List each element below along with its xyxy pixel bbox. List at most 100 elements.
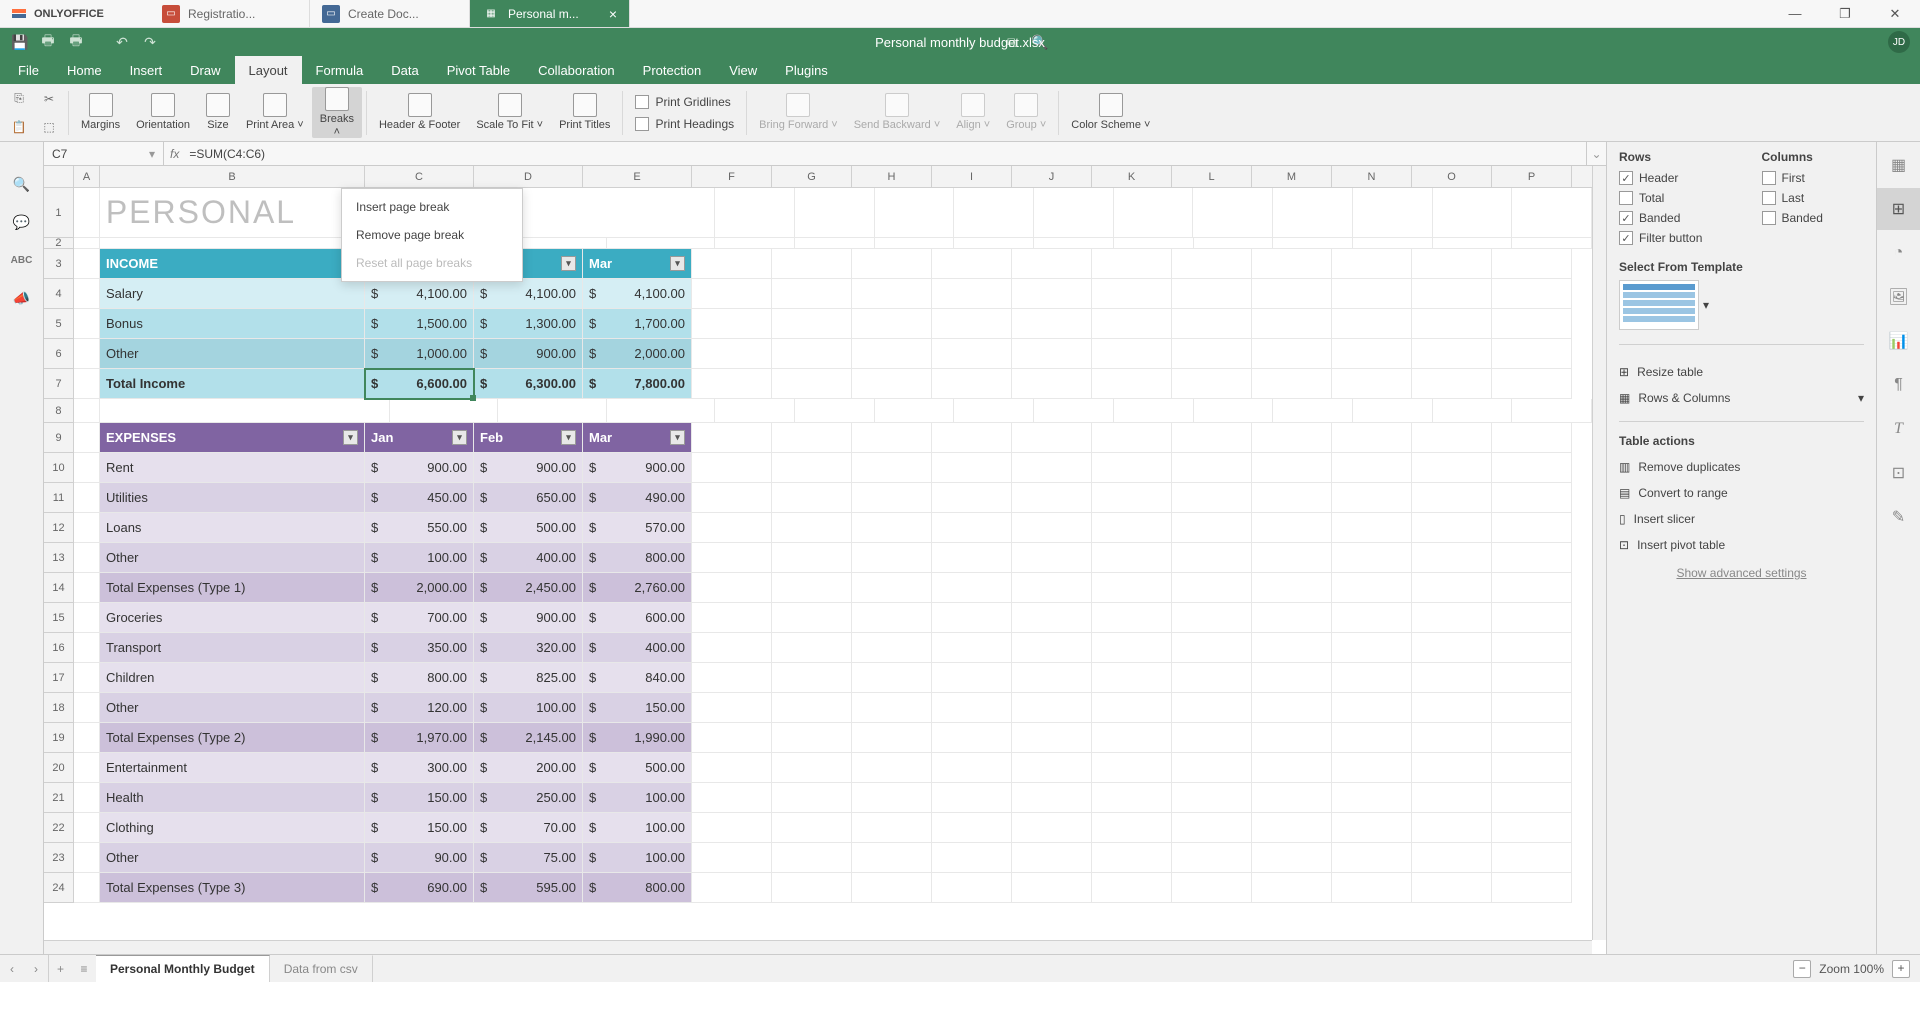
chart-settings-icon[interactable]: 📊	[1877, 320, 1920, 362]
pivot-settings-icon[interactable]: ⊡	[1877, 452, 1920, 494]
shape-settings-icon[interactable]: ◔	[1877, 232, 1920, 274]
remove-duplicates-button[interactable]: ▥Remove duplicates	[1619, 454, 1864, 480]
horizontal-scrollbar[interactable]	[44, 940, 1592, 954]
banded-cols-checkbox[interactable]: Banded	[1762, 208, 1865, 228]
align-button[interactable]: Align ˅	[948, 93, 998, 131]
expand-formula-icon[interactable]: ⌄	[1586, 142, 1606, 165]
menu-layout[interactable]: Layout	[235, 56, 302, 84]
col-header[interactable]: B	[100, 166, 365, 187]
col-header[interactable]: C	[365, 166, 474, 187]
spreadsheet-grid[interactable]: A B C D E F G H I J K L M N O P 1PERSONA…	[44, 166, 1606, 954]
convert-to-range-button[interactable]: ▤Convert to range	[1619, 480, 1864, 506]
col-header[interactable]: N	[1332, 166, 1412, 187]
quick-print-icon[interactable]: 🖶	[62, 30, 90, 54]
user-avatar[interactable]: JD	[1888, 31, 1910, 53]
advanced-settings-link[interactable]: Show advanced settings	[1619, 558, 1864, 588]
first-col-checkbox[interactable]: First	[1762, 168, 1865, 188]
table-settings-icon[interactable]: ⊞	[1877, 188, 1920, 230]
resize-table-button[interactable]: ⊞Resize table	[1619, 359, 1864, 385]
orientation-button[interactable]: Orientation	[128, 93, 198, 131]
paste-icon[interactable]: 📋	[8, 116, 30, 138]
menu-pivot[interactable]: Pivot Table	[433, 56, 524, 84]
copy-icon[interactable]: ⎘	[8, 88, 30, 110]
rows-columns-button[interactable]: ▦Rows & Columns▾	[1619, 385, 1864, 411]
feedback-icon[interactable]: 📣	[10, 286, 34, 310]
spellcheck-icon[interactable]: ABC	[10, 248, 34, 272]
chevron-down-icon[interactable]: ▾	[1703, 298, 1709, 312]
print-titles-button[interactable]: Print Titles	[551, 93, 618, 131]
menu-protection[interactable]: Protection	[629, 56, 716, 84]
filter-checkbox[interactable]: ✓Filter button	[1619, 228, 1722, 248]
breaks-button[interactable]: Breaks˄	[312, 87, 362, 137]
template-preview[interactable]	[1619, 280, 1699, 330]
save-icon[interactable]: 💾	[6, 30, 34, 54]
total-checkbox[interactable]: Total	[1619, 188, 1722, 208]
menu-file[interactable]: File	[4, 56, 53, 84]
col-header[interactable]: A	[74, 166, 100, 187]
close-button[interactable]: ✕	[1870, 0, 1920, 27]
color-scheme-button[interactable]: Color Scheme ˅	[1063, 93, 1158, 131]
zoom-in-button[interactable]: +	[1892, 960, 1910, 978]
maximize-button[interactable]: ❐	[1820, 0, 1870, 27]
col-header[interactable]: D	[474, 166, 583, 187]
paragraph-icon[interactable]: ¶	[1877, 364, 1920, 406]
select-all-icon[interactable]: ⬚	[38, 116, 60, 138]
find-icon[interactable]: 🔍	[10, 172, 34, 196]
col-header[interactable]: F	[692, 166, 772, 187]
menu-formula[interactable]: Formula	[302, 56, 378, 84]
doc-tab-create-doc[interactable]: ▭Create Doc...	[310, 0, 470, 27]
doc-tab-registration[interactable]: ▭Registratio...	[150, 0, 310, 27]
image-settings-icon[interactable]: 🖼	[1877, 276, 1920, 318]
sheet-tab-active[interactable]: Personal Monthly Budget	[96, 955, 270, 982]
insert-slicer-button[interactable]: ▯Insert slicer	[1619, 506, 1864, 532]
vertical-scrollbar[interactable]	[1592, 166, 1606, 940]
menu-home[interactable]: Home	[53, 56, 116, 84]
cell-settings-icon[interactable]: ▦	[1877, 144, 1920, 186]
send-backward-button[interactable]: Send Backward ˅	[846, 93, 949, 131]
minimize-button[interactable]: —	[1770, 0, 1820, 27]
insert-pivot-button[interactable]: ⊡Insert pivot table	[1619, 532, 1864, 558]
menu-view[interactable]: View	[715, 56, 771, 84]
close-icon[interactable]: ×	[609, 6, 617, 22]
add-sheet-button[interactable]: +	[48, 955, 72, 982]
col-header[interactable]: G	[772, 166, 852, 187]
sheet-next[interactable]: ›	[24, 955, 48, 982]
name-box[interactable]: C7▾	[44, 142, 164, 165]
header-checkbox[interactable]: ✓Header	[1619, 168, 1722, 188]
comments-icon[interactable]: 💬	[10, 210, 34, 234]
menu-plugins[interactable]: Plugins	[771, 56, 842, 84]
textart-icon[interactable]: T	[1877, 408, 1920, 450]
size-button[interactable]: Size	[198, 93, 238, 131]
menu-data[interactable]: Data	[377, 56, 432, 84]
print-headings-checkbox[interactable]: Print Headings	[635, 115, 734, 133]
chevron-down-icon[interactable]: ▾	[149, 147, 155, 161]
sheet-prev[interactable]: ‹	[0, 955, 24, 982]
last-col-checkbox[interactable]: Last	[1762, 188, 1865, 208]
select-all-corner[interactable]	[44, 166, 74, 187]
col-header[interactable]: L	[1172, 166, 1252, 187]
print-icon[interactable]: 🖶	[34, 30, 62, 54]
banded-rows-checkbox[interactable]: ✓Banded	[1619, 208, 1722, 228]
print-area-button[interactable]: Print Area ˅	[238, 93, 312, 131]
zoom-out-button[interactable]: −	[1793, 960, 1811, 978]
remove-page-break[interactable]: Remove page break	[342, 221, 522, 249]
sheet-list-button[interactable]: ≡	[72, 955, 96, 982]
col-header[interactable]: P	[1492, 166, 1572, 187]
margins-button[interactable]: Margins	[73, 93, 128, 131]
header-footer-button[interactable]: Header & Footer	[371, 93, 468, 131]
col-header[interactable]: E	[583, 166, 692, 187]
col-header[interactable]: M	[1252, 166, 1332, 187]
menu-insert[interactable]: Insert	[116, 56, 177, 84]
undo-icon[interactable]: ↶	[108, 30, 136, 54]
group-button[interactable]: Group ˅	[998, 93, 1054, 131]
col-header[interactable]: K	[1092, 166, 1172, 187]
reset-page-breaks[interactable]: Reset all page breaks	[342, 249, 522, 277]
signature-icon[interactable]: ✎	[1877, 496, 1920, 538]
cut-icon[interactable]: ✂	[38, 88, 60, 110]
col-header[interactable]: J	[1012, 166, 1092, 187]
col-header[interactable]: H	[852, 166, 932, 187]
scale-to-fit-button[interactable]: Scale To Fit ˅	[468, 93, 551, 131]
col-header[interactable]: I	[932, 166, 1012, 187]
col-header[interactable]: O	[1412, 166, 1492, 187]
menu-draw[interactable]: Draw	[176, 56, 234, 84]
